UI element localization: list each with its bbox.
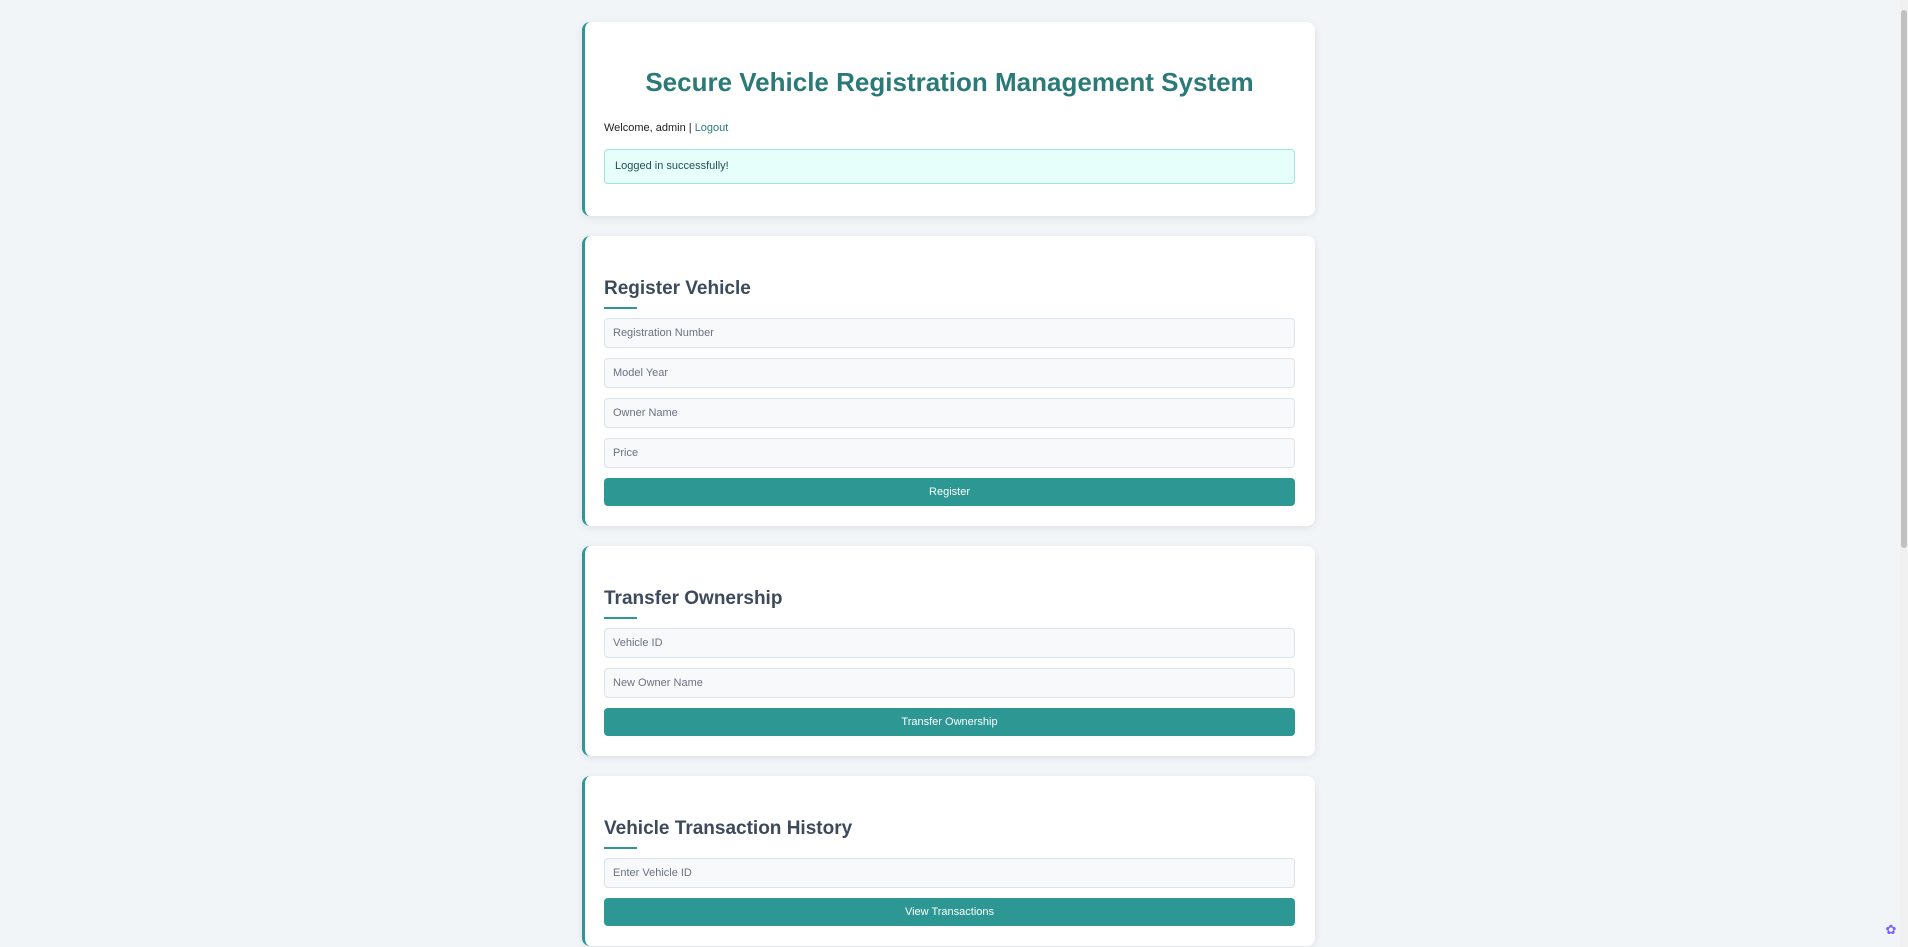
- title-underline: [604, 847, 637, 849]
- model-year-input[interactable]: [604, 358, 1295, 388]
- transfer-ownership-button[interactable]: Transfer Ownership: [604, 708, 1295, 736]
- owner-name-input[interactable]: [604, 398, 1295, 428]
- registration-number-input[interactable]: [604, 318, 1295, 348]
- history-vehicle-id-input[interactable]: [604, 858, 1295, 888]
- transfer-ownership-card: Transfer Ownership Transfer Ownership: [582, 546, 1315, 756]
- register-vehicle-card: Register Vehicle Register: [582, 236, 1315, 526]
- scrollbar-track[interactable]: [1900, 0, 1908, 947]
- logout-link[interactable]: Logout: [695, 122, 729, 134]
- title-underline: [604, 307, 637, 309]
- price-input[interactable]: [604, 438, 1295, 468]
- register-button[interactable]: Register: [604, 478, 1295, 506]
- success-alert: Logged in successfully!: [604, 149, 1295, 184]
- register-vehicle-title: Register Vehicle: [604, 278, 751, 299]
- scrollbar-thumb[interactable]: [1901, 10, 1907, 548]
- vehicle-id-input[interactable]: [604, 628, 1295, 658]
- welcome-line: Welcome, admin | Logout: [604, 121, 1295, 135]
- header-card: Secure Vehicle Registration Management S…: [582, 22, 1315, 216]
- view-transactions-button[interactable]: View Transactions: [604, 898, 1295, 926]
- main-container: Secure Vehicle Registration Management S…: [582, 22, 1315, 947]
- app-title: Secure Vehicle Registration Management S…: [645, 67, 1254, 97]
- transaction-history-title: Vehicle Transaction History: [604, 818, 853, 839]
- welcome-text: Welcome, admin |: [604, 122, 695, 134]
- transfer-ownership-title: Transfer Ownership: [604, 588, 783, 609]
- title-underline: [604, 617, 637, 619]
- extension-icon[interactable]: ✿: [1884, 923, 1898, 937]
- new-owner-name-input[interactable]: [604, 668, 1295, 698]
- transaction-history-card: Vehicle Transaction History View Transac…: [582, 776, 1315, 946]
